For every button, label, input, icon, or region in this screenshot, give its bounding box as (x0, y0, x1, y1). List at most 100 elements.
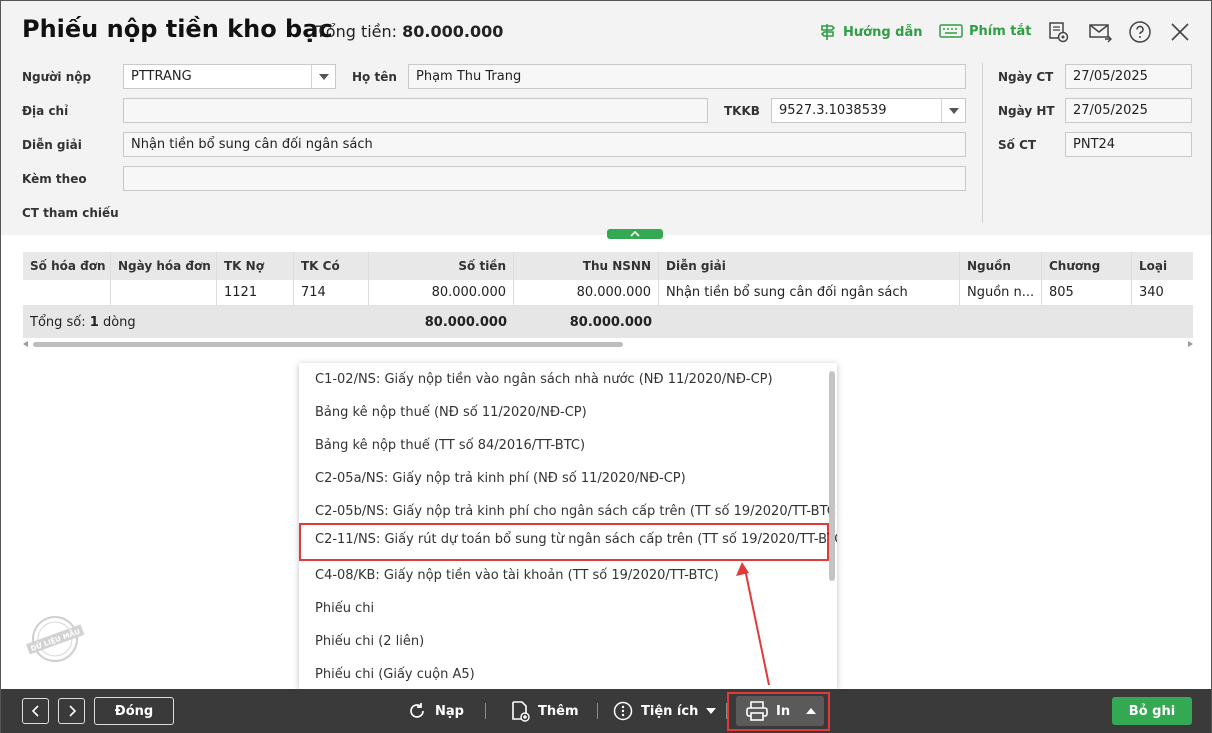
menu-item[interactable]: Bảng kê nộp thuế (NĐ số 11/2020/NĐ-CP) (299, 396, 827, 429)
grid-summary: Tổng số: 1 dòng 80.000.000 80.000.000 (23, 306, 1193, 338)
payer-select[interactable]: PTTRANG (123, 64, 336, 89)
menu-item[interactable]: Phiếu chi (299, 592, 827, 625)
reference-label[interactable]: CT tham chiếu (22, 206, 119, 220)
print-template-menu: C1-02/NS: Giấy nộp tiền vào ngân sách nh… (299, 363, 837, 689)
attach-field[interactable] (123, 166, 966, 191)
attach-label: Kèm theo (22, 172, 87, 186)
summary-label: Tổng số: (30, 314, 86, 330)
preview-icon[interactable] (1047, 20, 1071, 44)
total-label: Tổng tiền: (316, 22, 398, 41)
col-invoice-date[interactable]: Ngày hóa đơn (111, 252, 217, 280)
add-label: Thêm (538, 703, 579, 719)
chevron-up-icon (630, 231, 640, 237)
date-ht-label: Ngày HT (998, 104, 1055, 118)
date-ht-field[interactable]: 27/05/2025 (1065, 98, 1192, 123)
action-bar: Đóng Nạp Thêm Tiện ích In Bỏ ghi (1, 689, 1211, 733)
grid-header: Số hóa đơn Ngày hóa đơn TK Nợ TK Có Số t… (23, 252, 1193, 280)
col-type[interactable]: Loại (1132, 252, 1193, 280)
fullname-field[interactable]: Phạm Thu Trang (408, 64, 966, 89)
treasury-deposit-window: Phiếu nộp tiền kho bạc Tổng tiền: 80.000… (0, 0, 1212, 733)
total-value: 80.000.000 (402, 22, 504, 41)
summary-unit: dòng (102, 314, 136, 330)
cell-description[interactable]: Nhận tiền bổ sung cân đối ngân sách (659, 280, 960, 305)
date-ct-label: Ngày CT (998, 70, 1054, 84)
scrollbar-thumb[interactable] (33, 342, 623, 347)
so-ct-field[interactable]: PNT24 (1065, 132, 1192, 157)
total-amount: Tổng tiền: 80.000.000 (316, 22, 503, 41)
page-title: Phiếu nộp tiền kho bạc (22, 15, 333, 43)
scroll-right-icon[interactable] (1188, 341, 1193, 347)
address-field[interactable] (123, 98, 708, 123)
summary-nsnn: 80.000.000 (569, 314, 652, 330)
cell-debit[interactable]: 1121 (217, 280, 294, 305)
col-nsnn[interactable]: Thu NSNN (514, 252, 659, 280)
collapse-header-button[interactable] (607, 229, 663, 239)
refresh-icon (410, 703, 424, 718)
summary-count: Tổng số: 1 dòng (23, 306, 369, 338)
cell-credit[interactable]: 714 (294, 280, 369, 305)
utility-button[interactable]: Tiện ích (613, 697, 717, 725)
cell-amount[interactable]: 80.000.000 (369, 280, 514, 305)
close-icon[interactable] (1168, 20, 1192, 44)
col-amount[interactable]: Số tiền (369, 252, 514, 280)
address-label: Địa chỉ (22, 104, 69, 118)
caret-down-icon (706, 708, 717, 714)
menu-item-highlighted[interactable]: C2-11/NS: Giấy rút dự toán bổ sung từ ng… (299, 523, 837, 561)
table-row[interactable]: 1121 714 80.000.000 80.000.000 Nhận tiền… (23, 280, 1193, 306)
chevron-down-icon[interactable] (941, 99, 965, 122)
col-credit[interactable]: TK Có (294, 252, 369, 280)
description-field[interactable]: Nhận tiền bổ sung cân đối ngân sách (123, 132, 966, 157)
menu-item[interactable]: C1-02/NS: Giấy nộp tiền vào ngân sách nh… (299, 363, 827, 396)
shortcut-link[interactable]: Phím tắt (939, 23, 1032, 39)
utility-label: Tiện ích (641, 703, 699, 719)
menu-item[interactable]: C2-05a/NS: Giấy nộp trả kinh phí (NĐ số … (299, 462, 827, 495)
cell-type[interactable]: 340 (1132, 280, 1193, 305)
description-label: Diễn giải (22, 138, 82, 152)
chevron-right-icon (68, 705, 76, 717)
col-debit[interactable]: TK Nợ (217, 252, 294, 280)
help-icon[interactable] (1128, 20, 1152, 44)
menu-item[interactable]: C4-08/KB: Giấy nộp tiền vào tài khoản (T… (299, 559, 827, 592)
cell-nsnn[interactable]: 80.000.000 (514, 280, 659, 305)
close-button[interactable]: Đóng (94, 697, 174, 725)
cell-source[interactable]: Nguồn n... (960, 280, 1042, 305)
cell-chapter[interactable]: 805 (1042, 280, 1132, 305)
summary-amount: 80.000.000 (424, 314, 507, 330)
guide-label: Hướng dẫn (843, 24, 923, 40)
menu-item[interactable]: Bảng kê nộp thuế (TT số 84/2016/TT-BTC) (299, 429, 827, 462)
form-divider (982, 63, 983, 223)
separator (485, 703, 486, 719)
scroll-left-icon[interactable] (23, 341, 28, 347)
print-button-highlight (727, 692, 830, 731)
date-ct-field[interactable]: 27/05/2025 (1065, 64, 1192, 89)
add-button[interactable]: Thêm (510, 697, 579, 725)
chevron-down-icon[interactable] (311, 65, 335, 88)
previous-button[interactable] (22, 698, 49, 724)
col-chapter[interactable]: Chương (1042, 252, 1132, 280)
unpost-button[interactable]: Bỏ ghi (1112, 697, 1192, 725)
mail-icon[interactable] (1088, 20, 1112, 44)
shortcut-label: Phím tắt (969, 23, 1032, 39)
cell-invoice-no[interactable] (23, 280, 111, 305)
menu-item[interactable]: Phiếu chi (Giấy cuộn A5) (299, 658, 827, 689)
menu-scrollbar-thumb[interactable] (829, 371, 835, 581)
next-button[interactable] (58, 698, 85, 724)
summary-count-value: 1 (89, 314, 99, 330)
reload-button[interactable]: Nạp (407, 697, 464, 725)
cell-invoice-date[interactable] (111, 280, 217, 305)
payer-label: Người nộp (22, 70, 92, 84)
col-invoice-no[interactable]: Số hóa đơn (23, 252, 111, 280)
tkkb-value: 9527.3.1038539 (779, 103, 887, 118)
guide-link[interactable]: Hướng dẫn (819, 23, 923, 41)
horizontal-scrollbar[interactable] (23, 340, 1193, 348)
chevron-left-icon (31, 705, 39, 717)
col-description[interactable]: Diễn giải (659, 252, 960, 280)
voucher-header: Phiếu nộp tiền kho bạc Tổng tiền: 80.000… (1, 1, 1211, 235)
separator (597, 703, 598, 719)
signpost-icon (820, 24, 836, 40)
payer-value: PTTRANG (131, 69, 192, 84)
tkkb-label: TKKB (724, 104, 760, 118)
menu-item[interactable]: Phiếu chi (2 liên) (299, 625, 827, 658)
tkkb-select[interactable]: 9527.3.1038539 (771, 98, 966, 123)
col-source[interactable]: Nguồn (960, 252, 1042, 280)
